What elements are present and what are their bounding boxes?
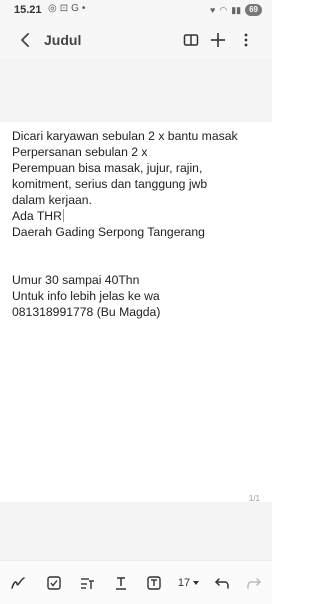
redo-button[interactable] (240, 569, 268, 597)
status-time: 15.21 (14, 4, 42, 16)
text-underline-icon (116, 577, 126, 590)
notification-icons: ◎ ⊡ G • (48, 3, 85, 14)
note-line: komitment, serius dan tanggung jwb (12, 177, 208, 191)
text-box-button[interactable] (140, 569, 168, 597)
canvas-margin-top (0, 58, 272, 122)
signal-icon: ▮▮ (231, 4, 242, 15)
book-view-button[interactable] (180, 29, 202, 51)
font-size-dropdown[interactable]: 17 (172, 569, 206, 597)
undo-button[interactable] (208, 569, 236, 597)
note-title: Judul (44, 32, 82, 48)
more-options-button[interactable] (235, 29, 257, 51)
note-page[interactable]: Dicari karyawan sebulan 2 x bantu masak … (0, 122, 272, 502)
handwriting-button[interactable] (4, 569, 32, 597)
text-format-icon (81, 578, 94, 589)
plus-icon (211, 33, 225, 47)
google-icon: G (71, 3, 79, 14)
note-line: Dicari karyawan sebulan 2 x bantu masak (12, 129, 238, 143)
note-line: 081318991778 (Bu Magda) (12, 305, 161, 319)
note-line: Untuk info lebih jelas ke wa (12, 289, 160, 303)
canvas-margin-bottom (0, 502, 272, 560)
note-line: Perempuan bisa masak, jujur, rajin, (12, 161, 203, 175)
add-button[interactable] (207, 29, 229, 51)
note-line-with-cursor: Ada THR (12, 208, 264, 224)
book-icon (183, 34, 199, 46)
note-body[interactable]: Dicari karyawan sebulan 2 x bantu masak … (12, 128, 264, 320)
underline-button[interactable] (107, 569, 135, 597)
caret-down-icon (193, 581, 200, 585)
note-line: Umur 30 sampai 40Thn (12, 273, 140, 287)
screenshot-icon: ⊡ (59, 3, 69, 14)
font-size-value: 17 (177, 577, 191, 589)
heart-icon: ♥ (209, 5, 216, 15)
bottom-toolbar: 17 (0, 560, 272, 604)
text-box-icon (147, 576, 161, 590)
chevron-left-icon (21, 33, 29, 47)
redo-icon (247, 578, 261, 589)
battery-icon: 69 (245, 4, 262, 16)
note-line: Daerah Gading Serpong Tangerang (12, 225, 205, 239)
undo-icon (215, 578, 229, 589)
checkbox-button[interactable] (40, 569, 68, 597)
pen-icon (11, 577, 25, 589)
checkbox-icon (47, 576, 61, 590)
note-line: Perpersanan sebulan 2 x (12, 145, 148, 159)
app-bar: Judul (0, 22, 272, 58)
whatsapp-icon: ◎ (48, 3, 57, 14)
back-button[interactable] (14, 29, 36, 51)
text-style-button[interactable] (74, 569, 102, 597)
dot-icon: • (81, 3, 86, 14)
system-icons: ♥ ◠ ▮▮ 69 (210, 4, 262, 16)
note-line: Ada THR (12, 209, 62, 223)
status-bar: 15.21 ◎ ⊡ G • ♥ ◠ ▮▮ 69 (0, 0, 272, 22)
text-cursor (62, 209, 64, 222)
more-vertical-icon (244, 33, 248, 47)
note-line: dalam kerjaan. (12, 193, 92, 207)
wifi-icon: ◠ (219, 4, 228, 15)
